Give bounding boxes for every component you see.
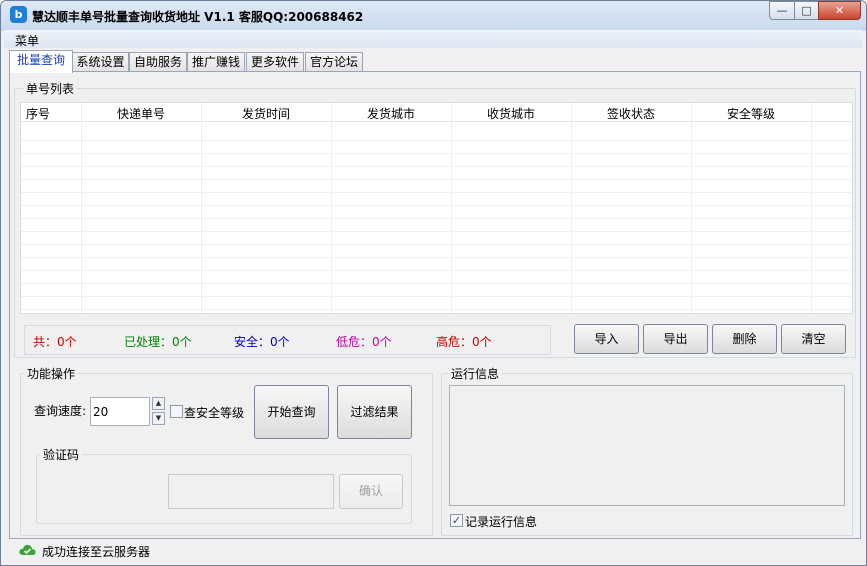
spin-up-icon[interactable]: ▲ [152, 397, 165, 410]
tab-more-software[interactable]: 更多软件 [246, 52, 304, 72]
row-gridline [21, 153, 852, 154]
row-gridline [21, 283, 852, 284]
start-query-button[interactable]: 开始查询 [254, 385, 329, 439]
export-button[interactable]: 导出 [643, 324, 708, 354]
menu-bar: 菜单 [4, 30, 862, 48]
row-gridline [21, 218, 852, 219]
column-header-receive-city[interactable]: 收货城市 [451, 105, 571, 122]
log-group-title: 运行信息 [448, 365, 503, 382]
column-header-ship-time[interactable]: 发货时间 [201, 105, 331, 122]
function-group-title: 功能操作 [24, 365, 79, 382]
row-gridline [21, 231, 852, 232]
column-header-sign-status[interactable]: 签收状态 [571, 105, 691, 122]
status-text: 成功连接至云服务器 [42, 545, 151, 559]
menu-item-main[interactable]: 菜单 [15, 32, 39, 49]
row-gridline [21, 296, 852, 297]
clear-button[interactable]: 清空 [781, 324, 846, 354]
row-gridline [21, 205, 852, 206]
captcha-group-title: 验证码 [40, 446, 83, 463]
check-security-checkbox[interactable] [170, 405, 183, 418]
tracking-table[interactable]: 序号 快递单号 发货时间 发货城市 收货城市 签收状态 安全等级 [20, 102, 853, 314]
speed-input[interactable] [90, 397, 150, 426]
cloud-check-icon [19, 544, 36, 555]
log-output[interactable] [449, 385, 845, 506]
column-header-security-level[interactable]: 安全等级 [691, 105, 811, 122]
speed-label: 查询速度: [34, 404, 87, 418]
stat-total: 共：0个 [33, 335, 77, 349]
main-window: b 慧达顺丰单号批量查询收货地址 V1.1 客服QQ:200688462 — □… [0, 0, 867, 566]
row-gridline [21, 270, 852, 271]
stat-safe: 安全：0个 [234, 335, 290, 349]
maximize-button[interactable]: □ [794, 1, 819, 20]
title-bar[interactable]: b 慧达顺丰单号批量查询收货地址 V1.1 客服QQ:200688462 — □… [1, 1, 866, 31]
minimize-button[interactable]: — [769, 1, 795, 20]
row-gridline [21, 257, 852, 258]
record-log-label: 记录运行信息 [465, 515, 538, 529]
column-header-ship-city[interactable]: 发货城市 [331, 105, 451, 122]
tab-official-forum[interactable]: 官方论坛 [305, 52, 363, 72]
tab-system-settings[interactable]: 系统设置 [72, 52, 129, 72]
captcha-input[interactable] [168, 474, 334, 509]
row-gridline [21, 140, 852, 141]
list-group-title: 单号列表 [23, 80, 78, 97]
import-button[interactable]: 导入 [574, 324, 639, 354]
confirm-captcha-button[interactable]: 确认 [339, 474, 403, 509]
column-header-tracking-no[interactable]: 快递单号 [81, 105, 201, 122]
column-header-index[interactable]: 序号 [26, 105, 50, 122]
app-icon: b [10, 6, 27, 23]
status-bar: 成功连接至云服务器 [4, 539, 862, 561]
stat-high-risk: 高危：0个 [436, 335, 492, 349]
close-button[interactable]: ✕ [818, 1, 861, 20]
window-title: 慧达顺丰单号批量查询收货地址 V1.1 客服QQ:200688462 [32, 10, 364, 24]
filter-results-button[interactable]: 过滤结果 [337, 385, 412, 439]
row-gridline [21, 309, 852, 310]
stat-processed: 已处理：0个 [124, 335, 192, 349]
row-gridline [21, 179, 852, 180]
delete-button[interactable]: 删除 [712, 324, 777, 354]
tab-panel-batch-query: 单号列表 序号 快递单号 发货时间 发货城市 收货城市 签收状态 安全等级 共：… [9, 71, 861, 539]
row-gridline [21, 192, 852, 193]
row-gridline [21, 244, 852, 245]
check-security-label: 查安全等级 [184, 406, 245, 420]
stat-low-risk: 低危：0个 [336, 335, 392, 349]
tab-batch-query[interactable]: 批量查询 [9, 50, 73, 73]
spin-down-icon[interactable]: ▼ [152, 412, 165, 425]
tab-self-service[interactable]: 自助服务 [129, 52, 187, 72]
record-log-checkbox[interactable]: ✓ [450, 514, 463, 527]
table-header: 序号 快递单号 发货时间 发货城市 收货城市 签收状态 安全等级 [21, 103, 852, 122]
tab-promote-earn[interactable]: 推广赚钱 [187, 52, 245, 72]
row-gridline [21, 166, 852, 167]
stats-bar: 共：0个 已处理：0个 安全：0个 低危：0个 高危：0个 [24, 325, 551, 355]
